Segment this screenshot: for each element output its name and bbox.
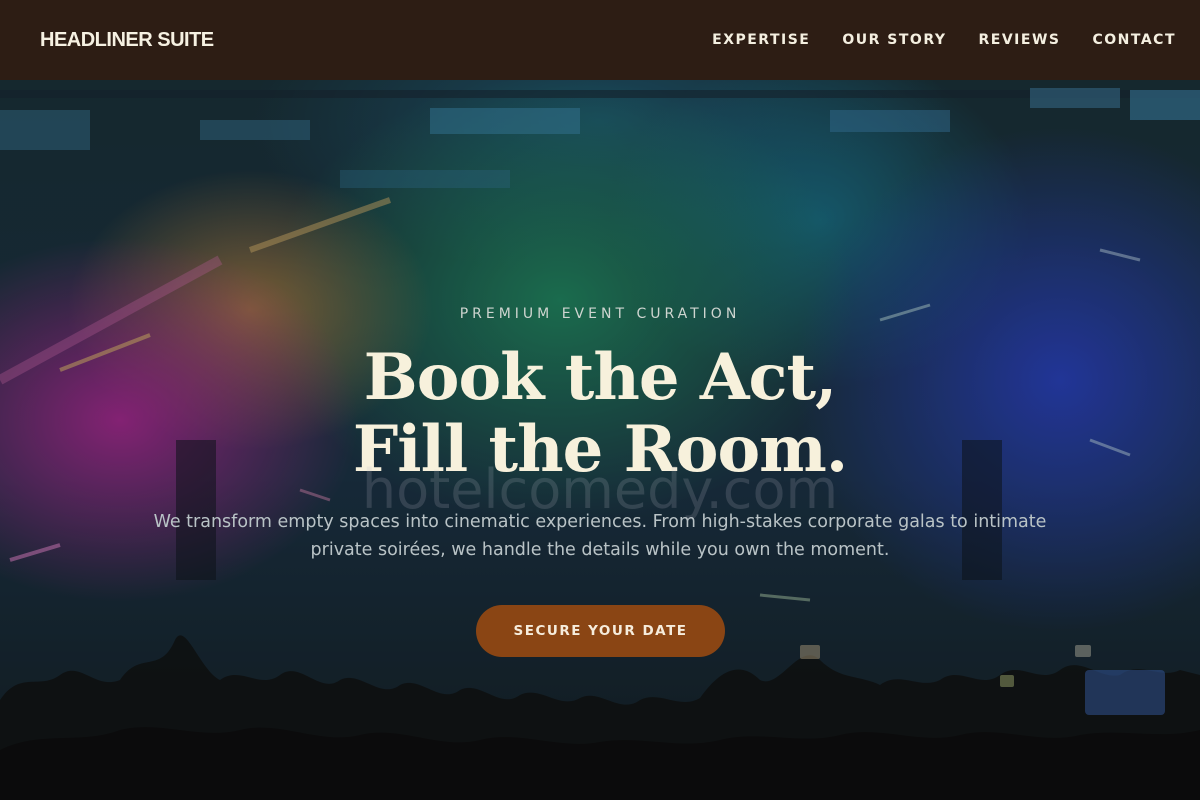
secure-date-button[interactable]: SECURE YOUR DATE bbox=[476, 605, 725, 657]
hero-headline-line-1: Book the Act, bbox=[363, 340, 838, 415]
hero-content: PREMIUM EVENT CURATION Book the Act, Fil… bbox=[0, 80, 1200, 800]
hero-tagline: We transform empty spaces into cinematic… bbox=[153, 512, 1047, 560]
nav-link-reviews[interactable]: REVIEWS bbox=[979, 32, 1061, 48]
page: HEADLINER SUITE EXPERTISE OUR STORY REVI… bbox=[0, 0, 1200, 800]
brand-logo[interactable]: HEADLINER SUITE bbox=[40, 29, 214, 52]
hero-section: PREMIUM EVENT CURATION Book the Act, Fil… bbox=[0, 80, 1200, 800]
nav-link-our-story[interactable]: OUR STORY bbox=[842, 32, 946, 48]
top-navbar: HEADLINER SUITE EXPERTISE OUR STORY REVI… bbox=[0, 0, 1200, 80]
hero-eyebrow: PREMIUM EVENT CURATION bbox=[459, 306, 741, 322]
nav-links: EXPERTISE OUR STORY REVIEWS CONTACT bbox=[712, 32, 1176, 48]
nav-link-expertise[interactable]: EXPERTISE bbox=[712, 32, 810, 48]
nav-link-contact[interactable]: CONTACT bbox=[1092, 32, 1176, 48]
